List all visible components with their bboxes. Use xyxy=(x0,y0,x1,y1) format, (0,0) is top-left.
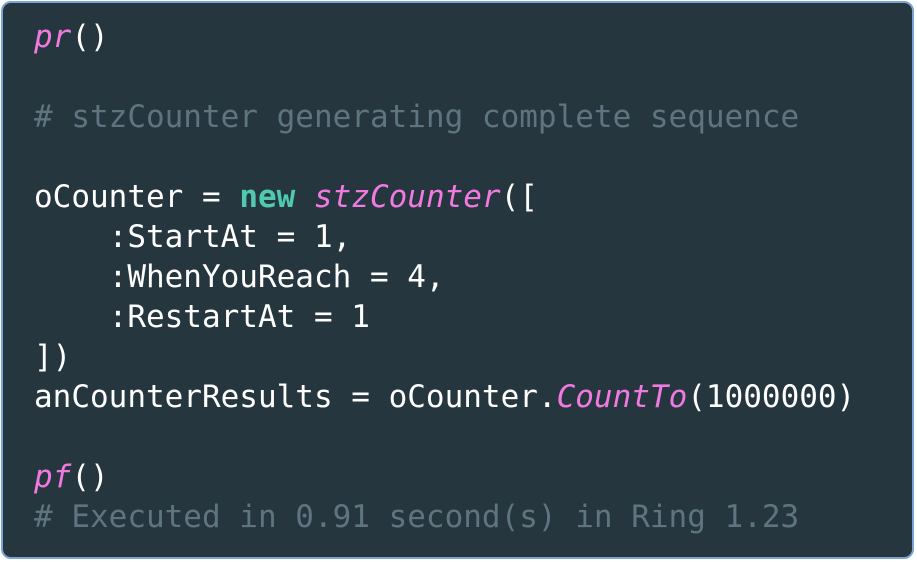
code-line: anCounterResults = oCounter.CountTo(1000… xyxy=(34,377,855,417)
code-token-kw: new xyxy=(239,179,296,215)
code-token-plain: () xyxy=(71,459,109,495)
code-token-plain: ]) xyxy=(34,339,72,375)
code-token-plain: :WhenYouReach = 4, xyxy=(34,259,445,295)
code-line: # stzCounter generating complete sequenc… xyxy=(34,97,855,137)
code-line: :StartAt = 1, xyxy=(34,217,855,257)
code-token-fn: pf xyxy=(34,459,72,495)
code-token-plain: () xyxy=(71,19,109,55)
code-block: pr() # stzCounter generating complete seq… xyxy=(34,17,855,537)
code-token-fn: pr xyxy=(34,19,72,55)
code-token-plain: :StartAt = 1, xyxy=(34,219,352,255)
code-token-plain: (1000000) xyxy=(687,379,856,415)
code-token-comment: # stzCounter generating complete sequenc… xyxy=(34,99,800,135)
code-line: :RestartAt = 1 xyxy=(34,297,855,337)
code-token-plain: :RestartAt = 1 xyxy=(34,299,370,335)
code-token-fn: CountTo xyxy=(556,379,688,415)
code-line: :WhenYouReach = 4, xyxy=(34,257,855,297)
code-token-fn: stzCounter xyxy=(313,179,501,215)
code-line: # Executed in 0.91 second(s) in Ring 1.2… xyxy=(34,497,855,537)
code-line: oCounter = new stzCounter([ xyxy=(34,177,855,217)
code-panel: pr() # stzCounter generating complete seq… xyxy=(1,1,914,559)
code-token-plain: oCounter = xyxy=(34,179,240,215)
code-token-comment: # Executed in 0.91 second(s) in Ring 1.2… xyxy=(34,499,800,535)
code-token-plain: anCounterResults = oCounter. xyxy=(34,379,557,415)
code-line: pf() xyxy=(34,457,855,497)
code-line: ]) xyxy=(34,337,855,377)
code-token-plain: ([ xyxy=(500,179,538,215)
code-line: pr() xyxy=(34,17,855,57)
